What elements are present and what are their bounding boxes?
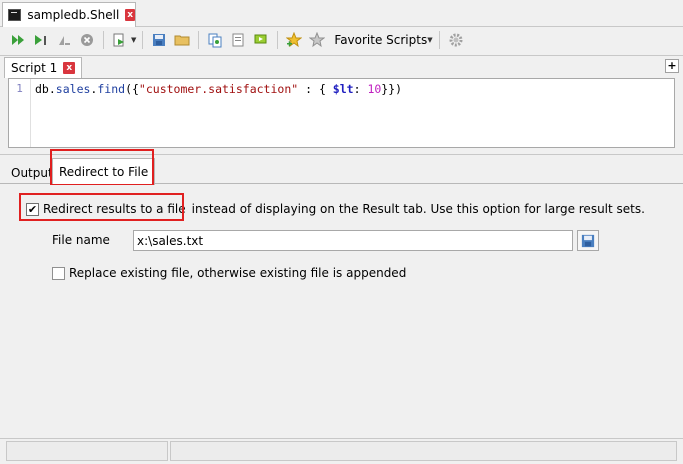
code-token: ({ <box>125 82 139 96</box>
stop-icon[interactable] <box>77 30 97 50</box>
toolbar-separator <box>198 31 200 49</box>
favorite-icon[interactable] <box>307 30 327 50</box>
close-tab-icon[interactable]: x <box>125 9 135 21</box>
code-token: db <box>35 82 49 96</box>
script-tab-label: Script 1 <box>11 61 58 75</box>
code-token: "customer.satisfaction" <box>138 82 299 96</box>
code-token: find <box>97 82 126 96</box>
checkmark-icon: ✔ <box>27 202 38 216</box>
redirect-checkbox-label[interactable]: Redirect results to a file <box>43 202 186 216</box>
run-all-icon[interactable] <box>8 30 28 50</box>
add-script-button[interactable]: + <box>665 59 679 73</box>
status-cell <box>170 441 677 461</box>
toolbar: ▼ Favorite Scripts ▼ <box>0 28 683 52</box>
redirect-description: instead of displaying on the Result tab.… <box>191 202 645 216</box>
chevron-down-icon: ▼ <box>427 36 433 44</box>
code-token: : { <box>298 82 333 96</box>
code-token: . <box>48 82 56 96</box>
chevron-down-icon[interactable]: ▼ <box>131 36 136 44</box>
redirect-option-row: ✔ Redirect results to a file instead of … <box>26 202 645 216</box>
toolbar-separator <box>438 31 440 49</box>
toolbar-separator <box>142 31 144 49</box>
step-icon[interactable] <box>54 30 74 50</box>
add-favorite-icon[interactable] <box>284 30 304 50</box>
file-name-input[interactable] <box>133 230 573 251</box>
redirect-panel: ✔ Redirect results to a file instead of … <box>4 185 679 438</box>
file-name-label: File name <box>52 233 110 247</box>
toolbar-separator <box>277 31 279 49</box>
favorite-scripts-button[interactable]: Favorite Scripts ▼ <box>334 33 432 47</box>
status-cell <box>6 441 168 461</box>
save-icon[interactable] <box>149 30 169 50</box>
tab-output[interactable]: Output <box>6 162 58 184</box>
code-token: 10 <box>367 82 382 96</box>
code-token: sales <box>55 82 91 96</box>
open-folder-icon[interactable] <box>172 30 192 50</box>
pane-splitter[interactable] <box>0 154 683 156</box>
close-script-icon[interactable]: x <box>63 62 76 74</box>
flag-icon[interactable] <box>251 30 271 50</box>
run-menu-icon[interactable] <box>110 30 130 50</box>
run-selected-icon[interactable] <box>31 30 51 50</box>
browse-file-button[interactable] <box>577 230 599 251</box>
status-bar <box>0 438 683 464</box>
code-token: }}) <box>381 82 403 96</box>
shell-document-tab[interactable]: sampledb.Shell x <box>2 2 136 27</box>
favorite-scripts-label: Favorite Scripts <box>334 33 428 47</box>
toolbar-separator <box>103 31 104 49</box>
paste-icon[interactable] <box>228 30 248 50</box>
code-line[interactable]: db.sales.find({"customer.satisfaction" :… <box>35 82 402 96</box>
replace-checkbox-label[interactable]: Replace existing file, otherwise existin… <box>69 266 406 280</box>
copy-icon[interactable] <box>205 30 225 50</box>
tab-script-1[interactable]: Script 1 x <box>4 57 83 78</box>
document-tab-strip: sampledb.Shell x <box>0 0 683 27</box>
replace-option-row: Replace existing file, otherwise existin… <box>52 266 406 280</box>
output-tab-strip: Output Redirect to File <box>0 158 683 185</box>
code-editor[interactable]: 1 db.sales.find({"customer.satisfaction"… <box>8 78 675 148</box>
settings-icon[interactable] <box>446 30 466 50</box>
replace-checkbox[interactable] <box>52 266 65 280</box>
code-token: $lt <box>332 82 354 96</box>
script-tab-strip: Script 1 x + <box>0 55 683 78</box>
code-token: : <box>353 82 368 96</box>
line-number: 1 <box>9 79 31 147</box>
save-icon <box>581 234 595 247</box>
terminal-icon <box>8 9 22 21</box>
tab-redirect-to-file[interactable]: Redirect to File <box>52 158 156 185</box>
shell-tab-title: sampledb.Shell <box>27 8 120 22</box>
redirect-checkbox[interactable]: ✔ <box>26 202 39 216</box>
